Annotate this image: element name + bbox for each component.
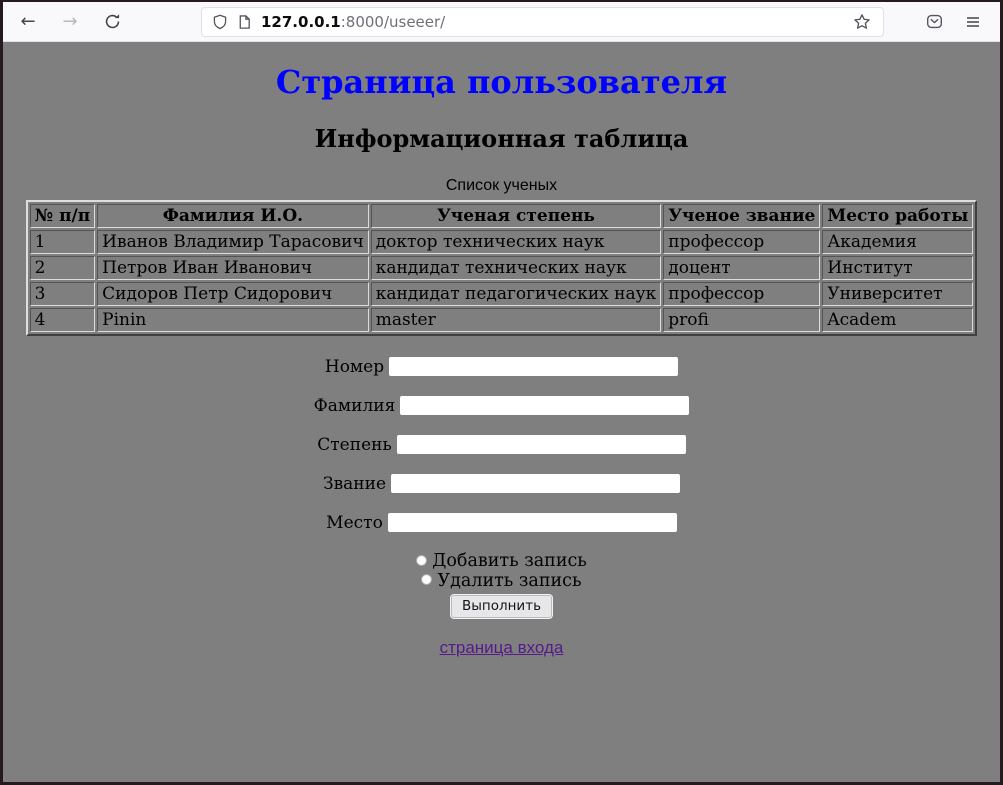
- workplace-label: Место: [326, 513, 383, 533]
- header-workplace: Место работы: [822, 204, 973, 228]
- cell-degree: доктор технических наук: [371, 230, 662, 254]
- table-row: 3 Сидоров Петр Сидорович кандидат педаго…: [30, 282, 974, 306]
- surname-input[interactable]: [400, 396, 689, 415]
- url-text[interactable]: 127.0.0.1:8000/useeer/: [261, 13, 445, 31]
- url-path: :8000/useeer/: [341, 13, 446, 31]
- cell-rank: профессор: [663, 230, 820, 254]
- table-row: 1 Иванов Владимир Тарасович доктор техни…: [30, 230, 974, 254]
- form-row-surname: Фамилия: [3, 395, 1000, 415]
- toolbar-right-icons: [925, 13, 990, 30]
- cell-number: 4: [30, 308, 96, 332]
- menu-hamburger-icon[interactable]: [964, 14, 982, 30]
- cell-workplace: Институт: [822, 256, 973, 280]
- action-radio-group: Добавить запись Удалить запись Выполнить: [3, 552, 1000, 619]
- cell-surname: Сидоров Петр Сидорович: [97, 282, 369, 306]
- delete-record-option: Удалить запись: [3, 572, 1000, 592]
- cell-surname: Петров Иван Иванович: [97, 256, 369, 280]
- reload-button[interactable]: [97, 7, 127, 37]
- url-host: 127.0.0.1: [261, 13, 341, 31]
- number-label: Номер: [325, 357, 384, 377]
- page-icon[interactable]: [237, 14, 252, 30]
- cell-degree: кандидат педагогических наук: [371, 282, 662, 306]
- bookmark-star-icon[interactable]: [847, 13, 877, 31]
- cell-degree: кандидат технических наук: [371, 256, 662, 280]
- login-link-row: страница входа: [3, 638, 1000, 658]
- scientists-table: Список ученых № п/п Фамилия И.О. Ученая …: [26, 177, 978, 336]
- table-row: 2 Петров Иван Иванович кандидат техничес…: [30, 256, 974, 280]
- cell-number: 2: [30, 256, 96, 280]
- form-row-number: Номер: [3, 356, 1000, 376]
- pocket-icon[interactable]: [925, 13, 944, 30]
- surname-label: Фамилия: [314, 396, 396, 416]
- table-header-row: № п/п Фамилия И.О. Ученая степень Ученое…: [30, 204, 974, 228]
- table-caption: Список ученых: [26, 177, 978, 200]
- back-button[interactable]: ←: [13, 7, 43, 37]
- shield-icon[interactable]: [212, 14, 228, 30]
- cell-rank: профессор: [663, 282, 820, 306]
- page-title: Страница пользователя: [3, 63, 1000, 101]
- rank-input[interactable]: [391, 474, 680, 493]
- add-record-option: Добавить запись: [3, 552, 1000, 572]
- cell-workplace: Университет: [822, 282, 973, 306]
- add-record-radio[interactable]: [416, 555, 427, 566]
- page-content: Страница пользователя Информационная таб…: [3, 42, 1000, 782]
- form-row-workplace: Место: [3, 512, 1000, 532]
- cell-workplace: Академия: [822, 230, 973, 254]
- workplace-input[interactable]: [388, 513, 677, 532]
- add-record-label: Добавить запись: [432, 551, 587, 571]
- form-row-degree: Степень: [3, 434, 1000, 454]
- forward-button[interactable]: →: [55, 7, 85, 37]
- cell-degree: master: [371, 308, 662, 332]
- degree-label: Степень: [317, 435, 391, 455]
- record-form: Номер Фамилия Степень Звание Место Добав…: [3, 356, 1000, 658]
- degree-input[interactable]: [397, 435, 686, 454]
- cell-surname: Pinin: [97, 308, 369, 332]
- reload-icon: [104, 13, 121, 30]
- execute-button[interactable]: Выполнить: [450, 594, 553, 619]
- login-page-link[interactable]: страница входа: [440, 638, 564, 657]
- delete-record-label: Удалить запись: [437, 571, 581, 591]
- table-row: 4 Pinin master profi Academ: [30, 308, 974, 332]
- number-input[interactable]: [389, 357, 678, 376]
- browser-toolbar: ← → 127.0.0.1:8000/useeer/: [3, 2, 1000, 42]
- cell-number: 1: [30, 230, 96, 254]
- delete-record-radio[interactable]: [421, 574, 432, 585]
- header-rank: Ученое звание: [663, 204, 820, 228]
- cell-workplace: Academ: [822, 308, 973, 332]
- cell-number: 3: [30, 282, 96, 306]
- header-degree: Ученая степень: [371, 204, 662, 228]
- rank-label: Звание: [323, 474, 386, 494]
- header-number: № п/п: [30, 204, 96, 228]
- cell-surname: Иванов Владимир Тарасович: [97, 230, 369, 254]
- cell-rank: доцент: [663, 256, 820, 280]
- page-subtitle: Информационная таблица: [3, 124, 1000, 153]
- cell-rank: profi: [663, 308, 820, 332]
- form-row-rank: Звание: [3, 473, 1000, 493]
- url-bar[interactable]: 127.0.0.1:8000/useeer/: [201, 7, 884, 37]
- header-surname: Фамилия И.О.: [97, 204, 369, 228]
